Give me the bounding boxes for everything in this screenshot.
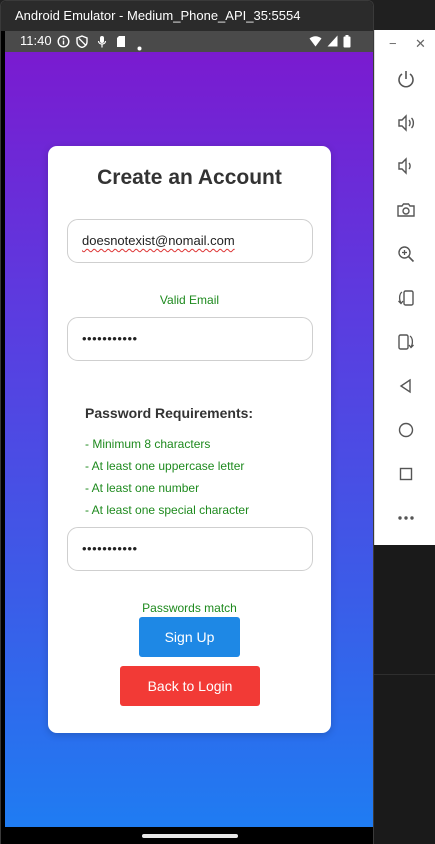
status-time: 11:40 [20, 33, 52, 48]
password-match-status: Passwords match [142, 601, 237, 615]
navigation-bar [5, 827, 373, 844]
mic-icon [97, 35, 107, 51]
requirement-item: - At least one number [85, 481, 200, 495]
requirements-title: Password Requirements: [85, 405, 254, 421]
requirement-item: - At least one uppercase letter [85, 459, 245, 473]
volume-down-icon[interactable] [394, 154, 418, 178]
battery-icon [343, 35, 351, 51]
email-value: doesnotexist@nomail.com [82, 233, 235, 248]
password-field[interactable]: ••••••••••• [67, 317, 313, 361]
shield-icon [76, 35, 88, 51]
rotate-right-icon[interactable] [394, 330, 418, 354]
phone-display: 11:40 Create an Account doesnotexist@nom… [5, 31, 373, 844]
signup-card: Create an Account doesnotexist@nomail.co… [48, 146, 331, 733]
back-to-login-button[interactable]: Back to Login [120, 666, 260, 706]
home-icon[interactable] [394, 418, 418, 442]
desktop-area [374, 545, 435, 844]
sign-up-button[interactable]: Sign Up [139, 617, 240, 657]
email-field[interactable]: doesnotexist@nomail.com [67, 219, 313, 263]
back-icon[interactable] [394, 374, 418, 398]
app-screen: Create an Account doesnotexist@nomail.co… [5, 52, 373, 827]
requirements-list: - Minimum 8 characters - At least one up… [85, 433, 249, 521]
minimize-icon[interactable]: − [389, 36, 397, 51]
desktop-divider [374, 674, 435, 675]
volume-up-icon[interactable] [394, 111, 418, 135]
password-value: ••••••••••• [82, 331, 138, 346]
rotate-left-icon[interactable] [394, 286, 418, 310]
email-status: Valid Email [159, 293, 220, 307]
confirm-password-value: ••••••••••• [82, 541, 138, 556]
page-title: Create an Account [97, 166, 282, 189]
sdcard-icon [116, 35, 126, 51]
info-icon [57, 35, 70, 51]
more-icon[interactable] [394, 506, 418, 530]
home-gesture-handle[interactable] [142, 834, 238, 838]
zoom-icon[interactable] [394, 242, 418, 266]
emulator-side-panel: − ✕ [374, 30, 435, 545]
window-title: Android Emulator - Medium_Phone_API_35:5… [1, 1, 373, 31]
close-icon[interactable]: ✕ [415, 36, 426, 52]
status-bar: 11:40 [5, 31, 373, 52]
camera-icon[interactable] [394, 198, 418, 222]
power-icon[interactable] [394, 67, 418, 91]
requirement-item: - At least one special character [85, 503, 250, 517]
confirm-password-field[interactable]: ••••••••••• [67, 527, 313, 571]
signal-icon [327, 35, 338, 51]
requirement-item: - Minimum 8 characters [85, 437, 211, 451]
wifi-icon [309, 35, 322, 51]
emulator-window: Android Emulator - Medium_Phone_API_35:5… [0, 0, 374, 844]
overview-icon[interactable] [394, 462, 418, 486]
